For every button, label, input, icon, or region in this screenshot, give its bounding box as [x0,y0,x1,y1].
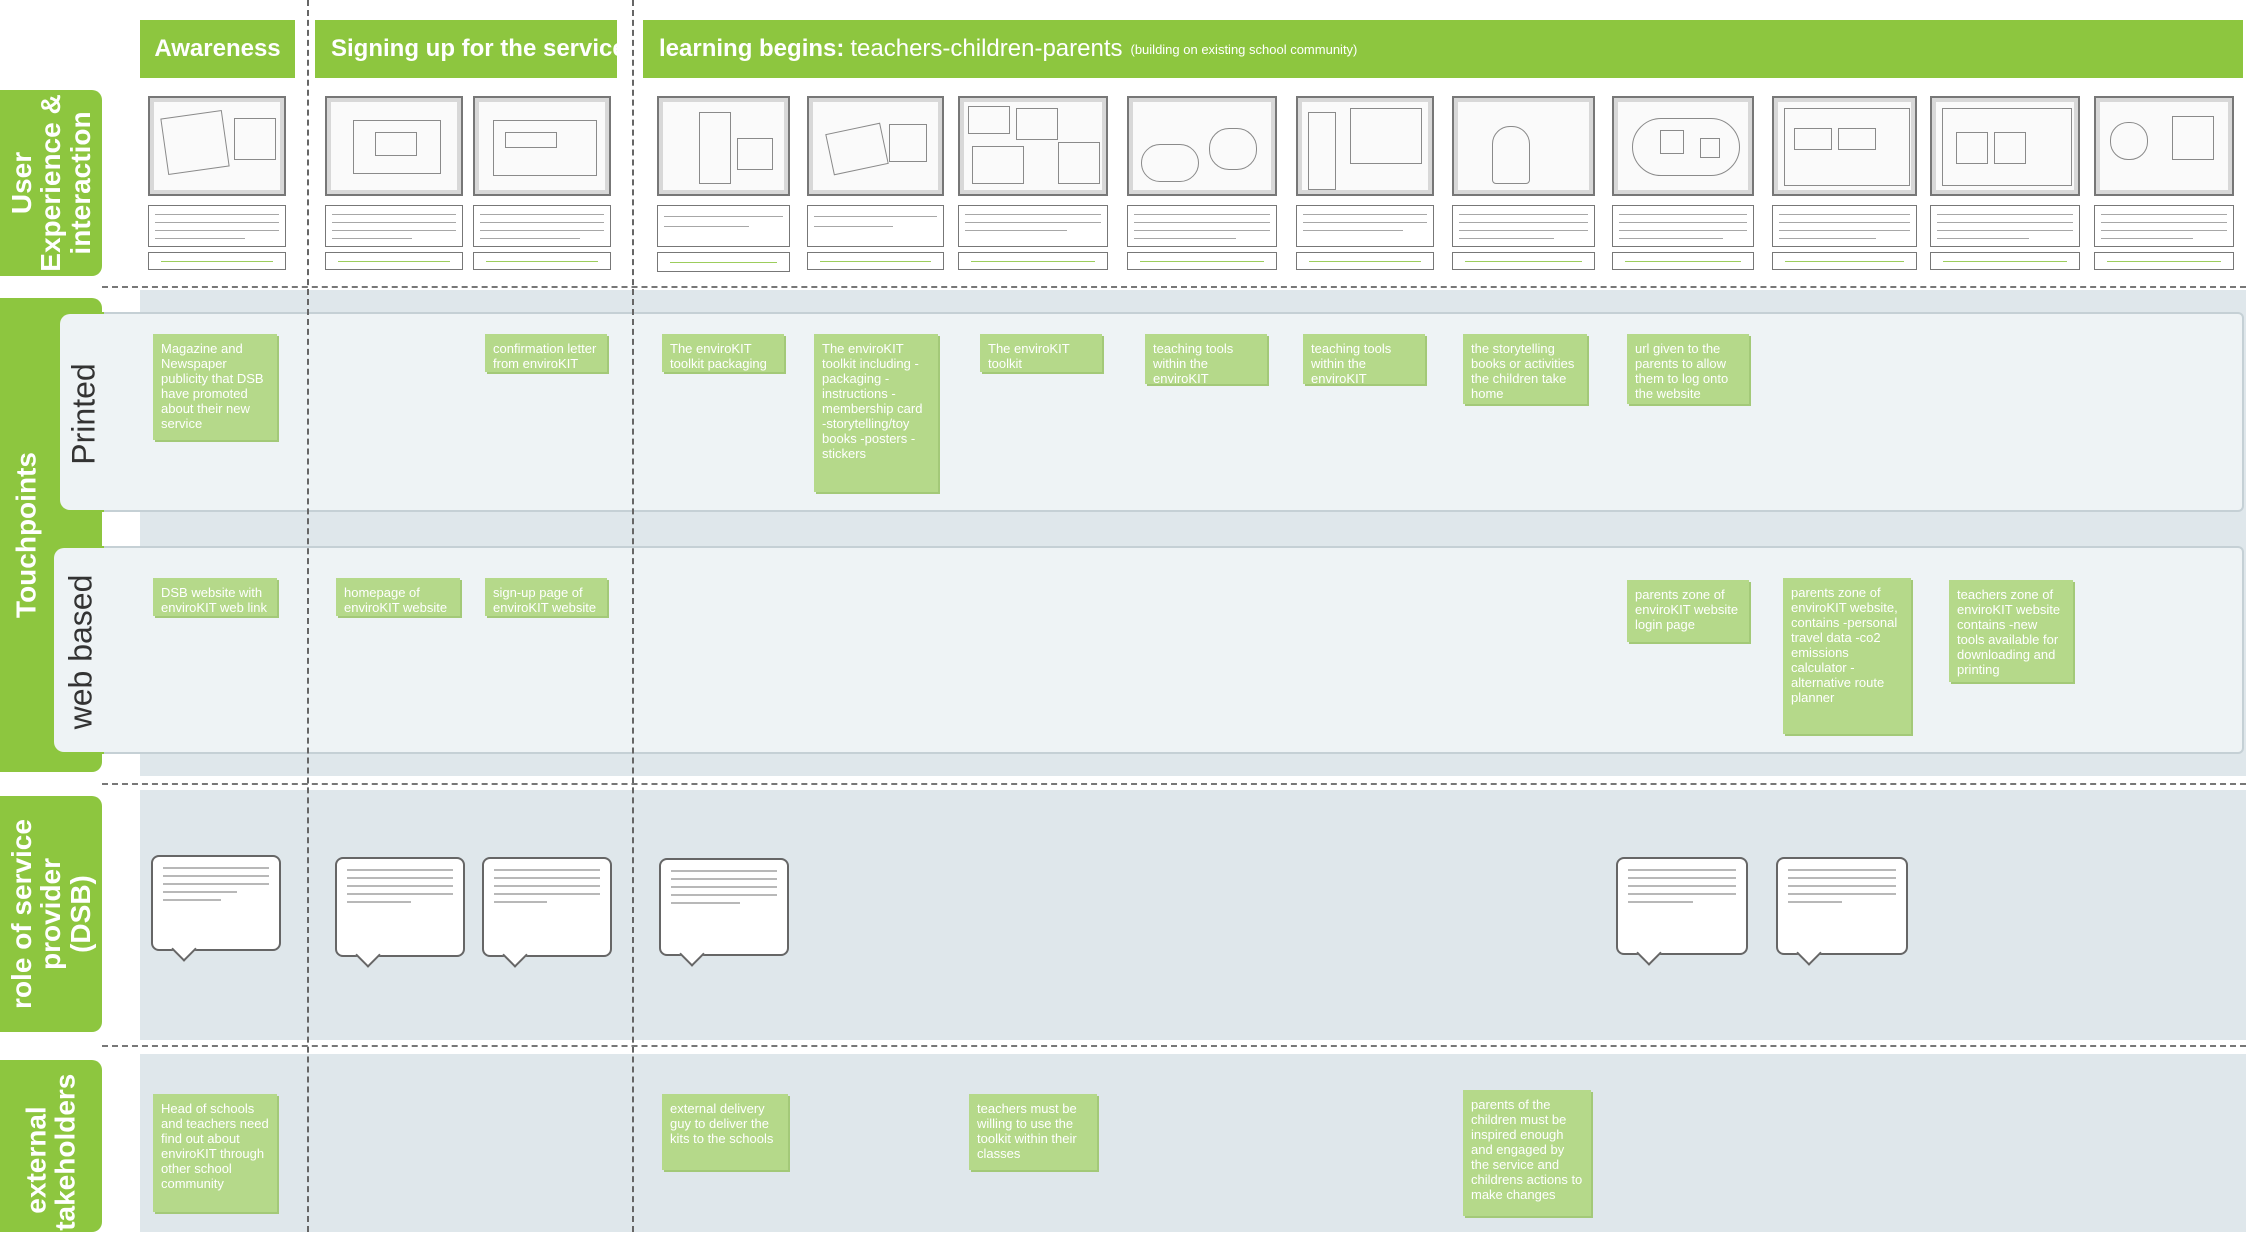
storyboard-frame-5 [807,96,944,196]
storyboard-caption-13 [2094,205,2234,247]
storyboard-label-3 [473,252,611,270]
storyboard-caption-3 [473,205,611,247]
printed-note-teaching-tools-1: teaching tools within the enviroKIT [1145,334,1267,386]
row-sublabel-printed: Printed [58,312,104,512]
storyboard-caption-10 [1612,205,1754,247]
external-band [140,1054,2246,1232]
storyboard-frame-11 [1772,96,1917,196]
storyboard-label-7 [1127,252,1277,270]
storyboard-label-5 [807,252,944,270]
storyboard-frame-2 [325,96,463,196]
storyboard-label-8 [1296,252,1434,270]
storyboard-frame-10 [1612,96,1754,196]
storyboard-label-4 [657,252,790,272]
external-note-teachers-willing: teachers must be willing to use the tool… [969,1094,1097,1170]
storyboard-label-1 [148,252,286,270]
row-label-touchpoints-text: Touchpoints [10,452,42,618]
storyboard-caption-4 [657,205,790,247]
storyboard-caption-1 [148,205,286,247]
printed-note-storytelling-books: the storytelling books or activities the… [1463,334,1587,404]
external-note-parents-inspired: parents of the children must be inspired… [1463,1090,1591,1216]
phase-learning-title: learning begins: [659,35,845,62]
storyboard-caption-5 [807,205,944,247]
phase-awareness: Awareness [140,20,295,78]
storyboard-frame-12 [1930,96,2080,196]
storyboard-frame-9 [1452,96,1595,196]
printed-note-magazine: Magazine and Newspaper publicity that DS… [153,334,277,440]
web-note-homepage: homepage of enviroKIT website [336,578,460,616]
row-label-external-text: external stakeholders [20,1073,81,1247]
role-bubble-awareness [151,855,281,951]
divider-touchpoints-role [102,783,2246,785]
phase-learning-note: (building on existing school community) [1130,41,1358,57]
divider-signup-learning [632,0,634,1232]
storyboard-frame-3 [473,96,611,196]
storyboard-caption-8 [1296,205,1434,247]
storyboard-caption-7 [1127,205,1277,247]
web-note-teachers-zone: teachers zone of enviroKIT website conta… [1949,580,2073,682]
storyboard-caption-12 [1930,205,2080,247]
row-label-role: role of service provider (DSB) [0,796,102,1032]
row-label-user-experience: User Experience & interaction [0,90,102,276]
storyboard-caption-9 [1452,205,1595,247]
printed-note-confirmation-letter: confirmation letter from enviroKIT [485,334,607,372]
storyboard-label-2 [325,252,463,270]
storyboard-caption-6 [958,205,1108,247]
storyboard-frame-13 [2094,96,2234,196]
role-bubble-dsb-platform [1776,857,1908,955]
role-bubble-parents-website [1616,857,1748,955]
external-note-delivery-guy: external delivery guy to deliver the kit… [662,1094,788,1170]
phase-signup: Signing up for the service [315,20,617,78]
divider-ux-touchpoints [102,286,2246,288]
storyboard-frame-7 [1127,96,1277,196]
row-label-role-text: role of service provider (DSB) [5,819,96,1009]
phase-learning-begins: learning begins: teachers-children-paren… [643,20,2243,78]
row-sublabel-web-based: web based [52,546,104,754]
web-note-parents-zone: parents zone of enviroKIT website, conta… [1783,578,1911,734]
printed-note-url-parents: url given to the parents to allow them t… [1627,334,1749,404]
storyboard-frame-8 [1296,96,1434,196]
printed-note-toolkit: The enviroKIT toolkit [980,334,1102,372]
external-note-head-of-schools: Head of schools and teachers need find o… [153,1094,277,1212]
printed-note-toolkit-contents: The enviroKIT toolkit including -packagi… [814,334,938,492]
divider-awareness-signup [307,0,309,1232]
web-note-parents-login: parents zone of enviroKIT website login … [1627,580,1749,642]
row-label-user-experience-text: User Experience & interaction [5,94,96,272]
storyboard-label-12 [1930,252,2080,270]
storyboard-caption-2 [325,205,463,247]
row-sublabel-printed-text: Printed [65,363,102,465]
printed-note-teaching-tools-2: teaching tools within the enviroKIT [1303,334,1425,386]
role-bubble-signup-1 [335,857,465,957]
web-note-signup-page: sign-up page of enviroKIT website [485,578,607,616]
storyboard-label-10 [1612,252,1754,270]
storyboard-label-11 [1772,252,1917,270]
storyboard-label-6 [958,252,1108,270]
row-sublabel-web-based-text: web based [62,574,99,730]
phase-learning-subtitle: teachers-children-parents [850,35,1123,62]
storyboard-label-9 [1452,252,1595,270]
storyboard-frame-1 [148,96,286,196]
printed-note-toolkit-packaging: The enviroKIT toolkit packaging [662,334,784,372]
role-bubble-learning [659,858,789,956]
role-bubble-signup-2 [482,857,612,957]
storyboard-label-13 [2094,252,2234,270]
storyboard-caption-11 [1772,205,1917,247]
storyboard-frame-6 [958,96,1108,196]
web-note-dsb-website: DSB website with enviroKIT web link [153,578,277,616]
storyboard-frame-4 [657,96,790,196]
divider-role-external [102,1045,2246,1047]
row-label-external: external stakeholders [0,1060,102,1246]
